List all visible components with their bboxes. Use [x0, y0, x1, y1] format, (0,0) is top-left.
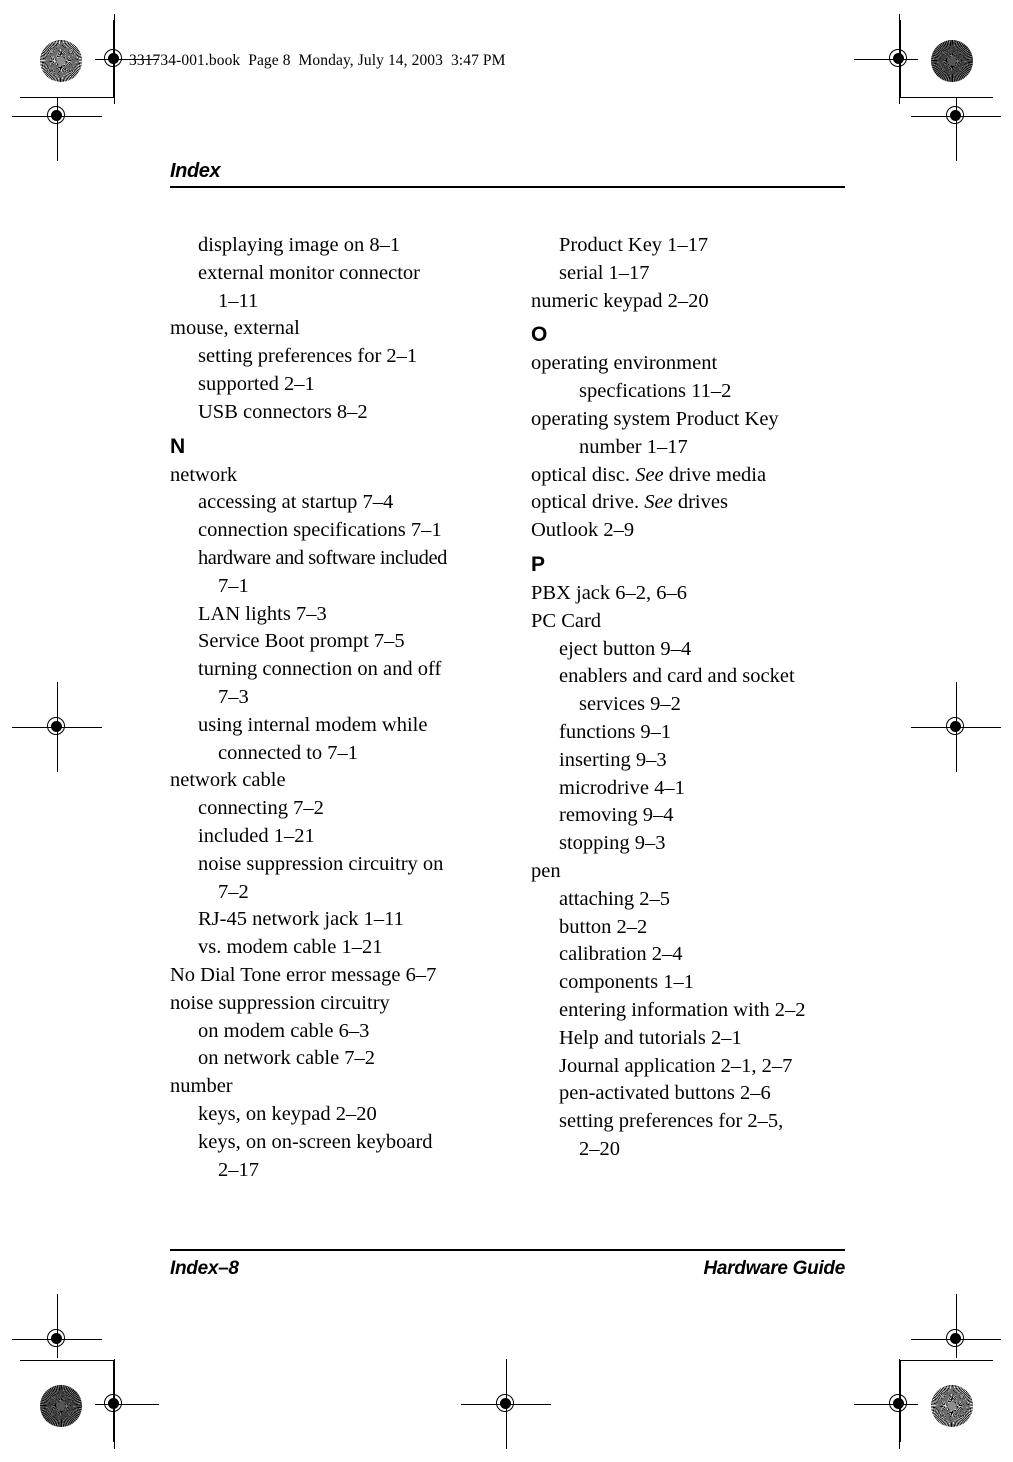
letter-heading-n: N [170, 434, 186, 458]
index-entry-sub: functions 9–1 [559, 720, 672, 743]
index-entry-sub: included 1–21 [198, 824, 315, 847]
reg-mark-middle-left [12, 682, 102, 772]
trim-rule-bottom-left-h [20, 1360, 113, 1362]
reg-mark-bottom-right-inner [911, 1294, 1001, 1358]
reg-mark-top-left-inner [12, 97, 102, 161]
reg-mark-bottom-right-outer [854, 1359, 918, 1449]
index-entry-sub: on modem cable 6–3 [198, 1019, 370, 1042]
index-entry-main: pen [531, 859, 561, 882]
index-entry-cont: 2–20 [579, 1137, 620, 1160]
cross-reference-see: See [635, 463, 664, 486]
index-entry-sub: displaying image on 8–1 [198, 234, 401, 256]
index-entry-sub: connecting 7–2 [198, 797, 324, 820]
reg-mark-top-right-inner [911, 97, 1001, 161]
index-entry-sub: external monitor connector [198, 261, 420, 284]
footer-rule [170, 1249, 845, 1252]
index-entry-main: network [170, 463, 238, 486]
index-entry-main: Outlook 2–9 [531, 519, 635, 542]
index-entry-sub: USB connectors 8–2 [198, 400, 368, 423]
footer-guide-title: Hardware Guide [703, 1258, 845, 1280]
index-entry-sub: supported 2–1 [198, 372, 315, 395]
index-entry-cont: 7–2 [218, 880, 249, 903]
index-entry-sub: using internal modem while [198, 713, 428, 736]
index-entry-sub: Journal application 2–1, 2–7 [559, 1054, 793, 1077]
index-entry-cont: 1–11 [218, 289, 259, 312]
index-entry-sub: eject button 9–4 [559, 637, 692, 660]
page-footer: Index–8 Hardware Guide [170, 1249, 845, 1280]
index-entry-sub: keys, on on-screen keyboard [198, 1130, 433, 1153]
index-entry-sub: setting preferences for 2–5, [559, 1110, 784, 1133]
index-entry-main: operating environment [531, 352, 718, 375]
resolution-target-bottom-left [40, 1385, 82, 1427]
index-entry-sub: attaching 2–5 [559, 887, 671, 910]
index-entry-cont: connected to 7–1 [218, 741, 359, 764]
index-entry-cont: 7–3 [218, 685, 249, 708]
reg-mark-bottom-left-inner [12, 1294, 102, 1358]
index-entry-main: numeric keypad 2–20 [531, 289, 709, 312]
index-entry-sub: RJ-45 network jack 1–11 [198, 908, 404, 931]
reg-mark-bottom-center [461, 1359, 551, 1449]
header-rule [170, 186, 845, 189]
index-entry-sub: Help and tutorials 2–1 [559, 1026, 742, 1049]
index-entry-main: noise suppression circuitry [170, 991, 390, 1014]
index-entry-main: network cable [170, 769, 286, 792]
reg-mark-top-left-outer [95, 14, 159, 104]
index-entry-sub: Product Key 1–17 [559, 234, 709, 256]
index-entry-cont: 7–1 [218, 574, 249, 597]
index-entry-sub: entering information with 2–2 [559, 998, 806, 1021]
index-entry-cont: specfications 11–2 [579, 380, 732, 403]
footer-page-label: Index–8 [170, 1258, 239, 1280]
index-entry-sub: keys, on keypad 2–20 [198, 1102, 377, 1125]
cross-reference-see: See [644, 491, 673, 514]
reg-mark-top-right-outer [854, 14, 918, 104]
reg-mark-middle-right [911, 682, 1001, 772]
index-entry-sub: pen-activated buttons 2–6 [559, 1082, 771, 1105]
index-entry-sub: components 1–1 [559, 971, 694, 994]
pdf-header-stamp: 331734-001.book Page 8 Monday, July 14, … [129, 52, 506, 69]
index-entry-sub: on network cable 7–2 [198, 1047, 376, 1070]
page-content: Index displaying image on 8–1 external mo… [170, 160, 845, 1181]
index-entry-main: PBX jack 6–2, 6–6 [531, 581, 688, 604]
index-entry-main: No Dial Tone error message 6–7 [170, 963, 437, 986]
index-entry-main: mouse, external [170, 317, 300, 340]
index-entry-main: operating system Product Key [531, 407, 779, 430]
index-entry-sub: calibration 2–4 [559, 943, 683, 966]
trim-rule-bottom-right-h [900, 1360, 993, 1362]
letter-heading-p: P [531, 552, 546, 576]
index-entry-sub: serial 1–17 [559, 261, 650, 284]
index-entry-sub: inserting 9–3 [559, 748, 667, 771]
index-entry-sub: accessing at startup 7–4 [198, 491, 394, 514]
index-entry-main: optical drive. See drives [531, 491, 728, 514]
letter-heading-o: O [531, 323, 548, 347]
index-entry-cont: number 1–17 [579, 435, 688, 458]
index-entry-main: optical disc. See drive media [531, 463, 767, 486]
index-entry-main: number [170, 1075, 233, 1098]
index-entry-sub: noise suppression circuitry on [198, 852, 444, 875]
index-entry-sub: Service Boot prompt 7–5 [198, 630, 405, 653]
index-entry-sub: stopping 9–3 [559, 832, 666, 855]
index-entry-main: PC Card [531, 609, 602, 632]
index-entry-sub: button 2–2 [559, 915, 648, 938]
index-entry-sub: hardware and software included [198, 546, 447, 569]
index-entry-sub: removing 9–4 [559, 804, 674, 827]
index-column-right: Product Key 1–17 serial 1–17 numeric keypa… [531, 232, 844, 1184]
index-entry-cont: services 9–2 [579, 693, 681, 716]
footer-row: Index–8 Hardware Guide [170, 1258, 845, 1280]
running-head: Index [170, 160, 221, 182]
index-column-left: displaying image on 8–1 external monitor … [170, 232, 483, 1184]
index-entry-sub: setting preferences for 2–1 [198, 345, 418, 368]
index-entry-sub: connection specifications 7–1 [198, 519, 442, 542]
resolution-target-top-left [40, 40, 82, 82]
resolution-target-bottom-right [931, 1385, 973, 1427]
index-entry-sub: turning connection on and off [198, 658, 442, 681]
reg-mark-bottom-left-outer [95, 1359, 159, 1449]
resolution-target-top-right [931, 40, 973, 82]
index-entry-sub: vs. modem cable 1–21 [198, 936, 383, 959]
index-entry-cont: 2–17 [218, 1158, 259, 1181]
scanned-index-page: 331734-001.book Page 8 Monday, July 14, … [0, 0, 1013, 1462]
index-entry-sub: microdrive 4–1 [559, 776, 685, 799]
index-columns: displaying image on 8–1 external monitor … [170, 232, 845, 1184]
index-entry-sub: LAN lights 7–3 [198, 602, 327, 625]
index-entry-sub: enablers and card and socket [559, 665, 795, 688]
